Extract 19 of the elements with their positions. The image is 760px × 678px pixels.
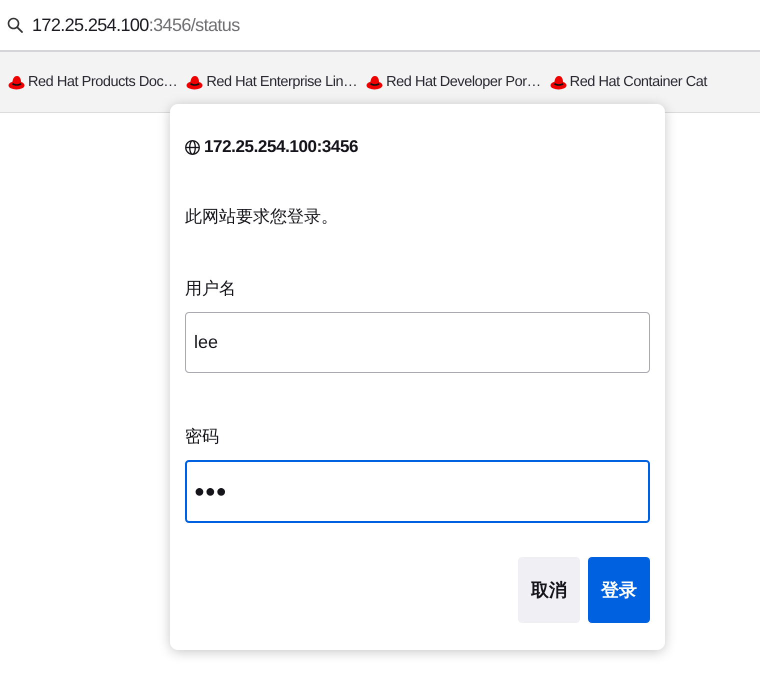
search-icon xyxy=(7,17,23,33)
hat-icon xyxy=(550,74,567,90)
dialog-button[interactable]: 登录 xyxy=(588,557,650,623)
bookmark-item[interactable]: Red Hat Enterprise Lin… xyxy=(186,74,358,90)
input-field[interactable]: lee xyxy=(185,312,650,373)
hat-icon xyxy=(366,74,384,90)
dialog-title: 172.25.254.100:3456 xyxy=(204,136,358,158)
bookmark-item[interactable]: Red Hat Developer Por… xyxy=(366,74,541,90)
input-field[interactable]: ●●● xyxy=(185,460,650,523)
dialog-message: 此网站要求您登录。 xyxy=(185,206,338,228)
address-field[interactable]: 172.25.254.100:3456/status xyxy=(32,14,240,36)
hat-icon xyxy=(8,74,25,90)
field-label: 用户名 xyxy=(185,278,236,300)
hat-icon xyxy=(186,74,204,90)
field-label: 密码 xyxy=(185,426,219,448)
dialog-button[interactable]: 取消 xyxy=(518,557,580,623)
globe-icon xyxy=(185,140,200,154)
bookmark-item[interactable]: Red Hat Products Doc… xyxy=(8,74,178,90)
bookmark-item[interactable]: Red Hat Container Cat xyxy=(550,74,707,90)
